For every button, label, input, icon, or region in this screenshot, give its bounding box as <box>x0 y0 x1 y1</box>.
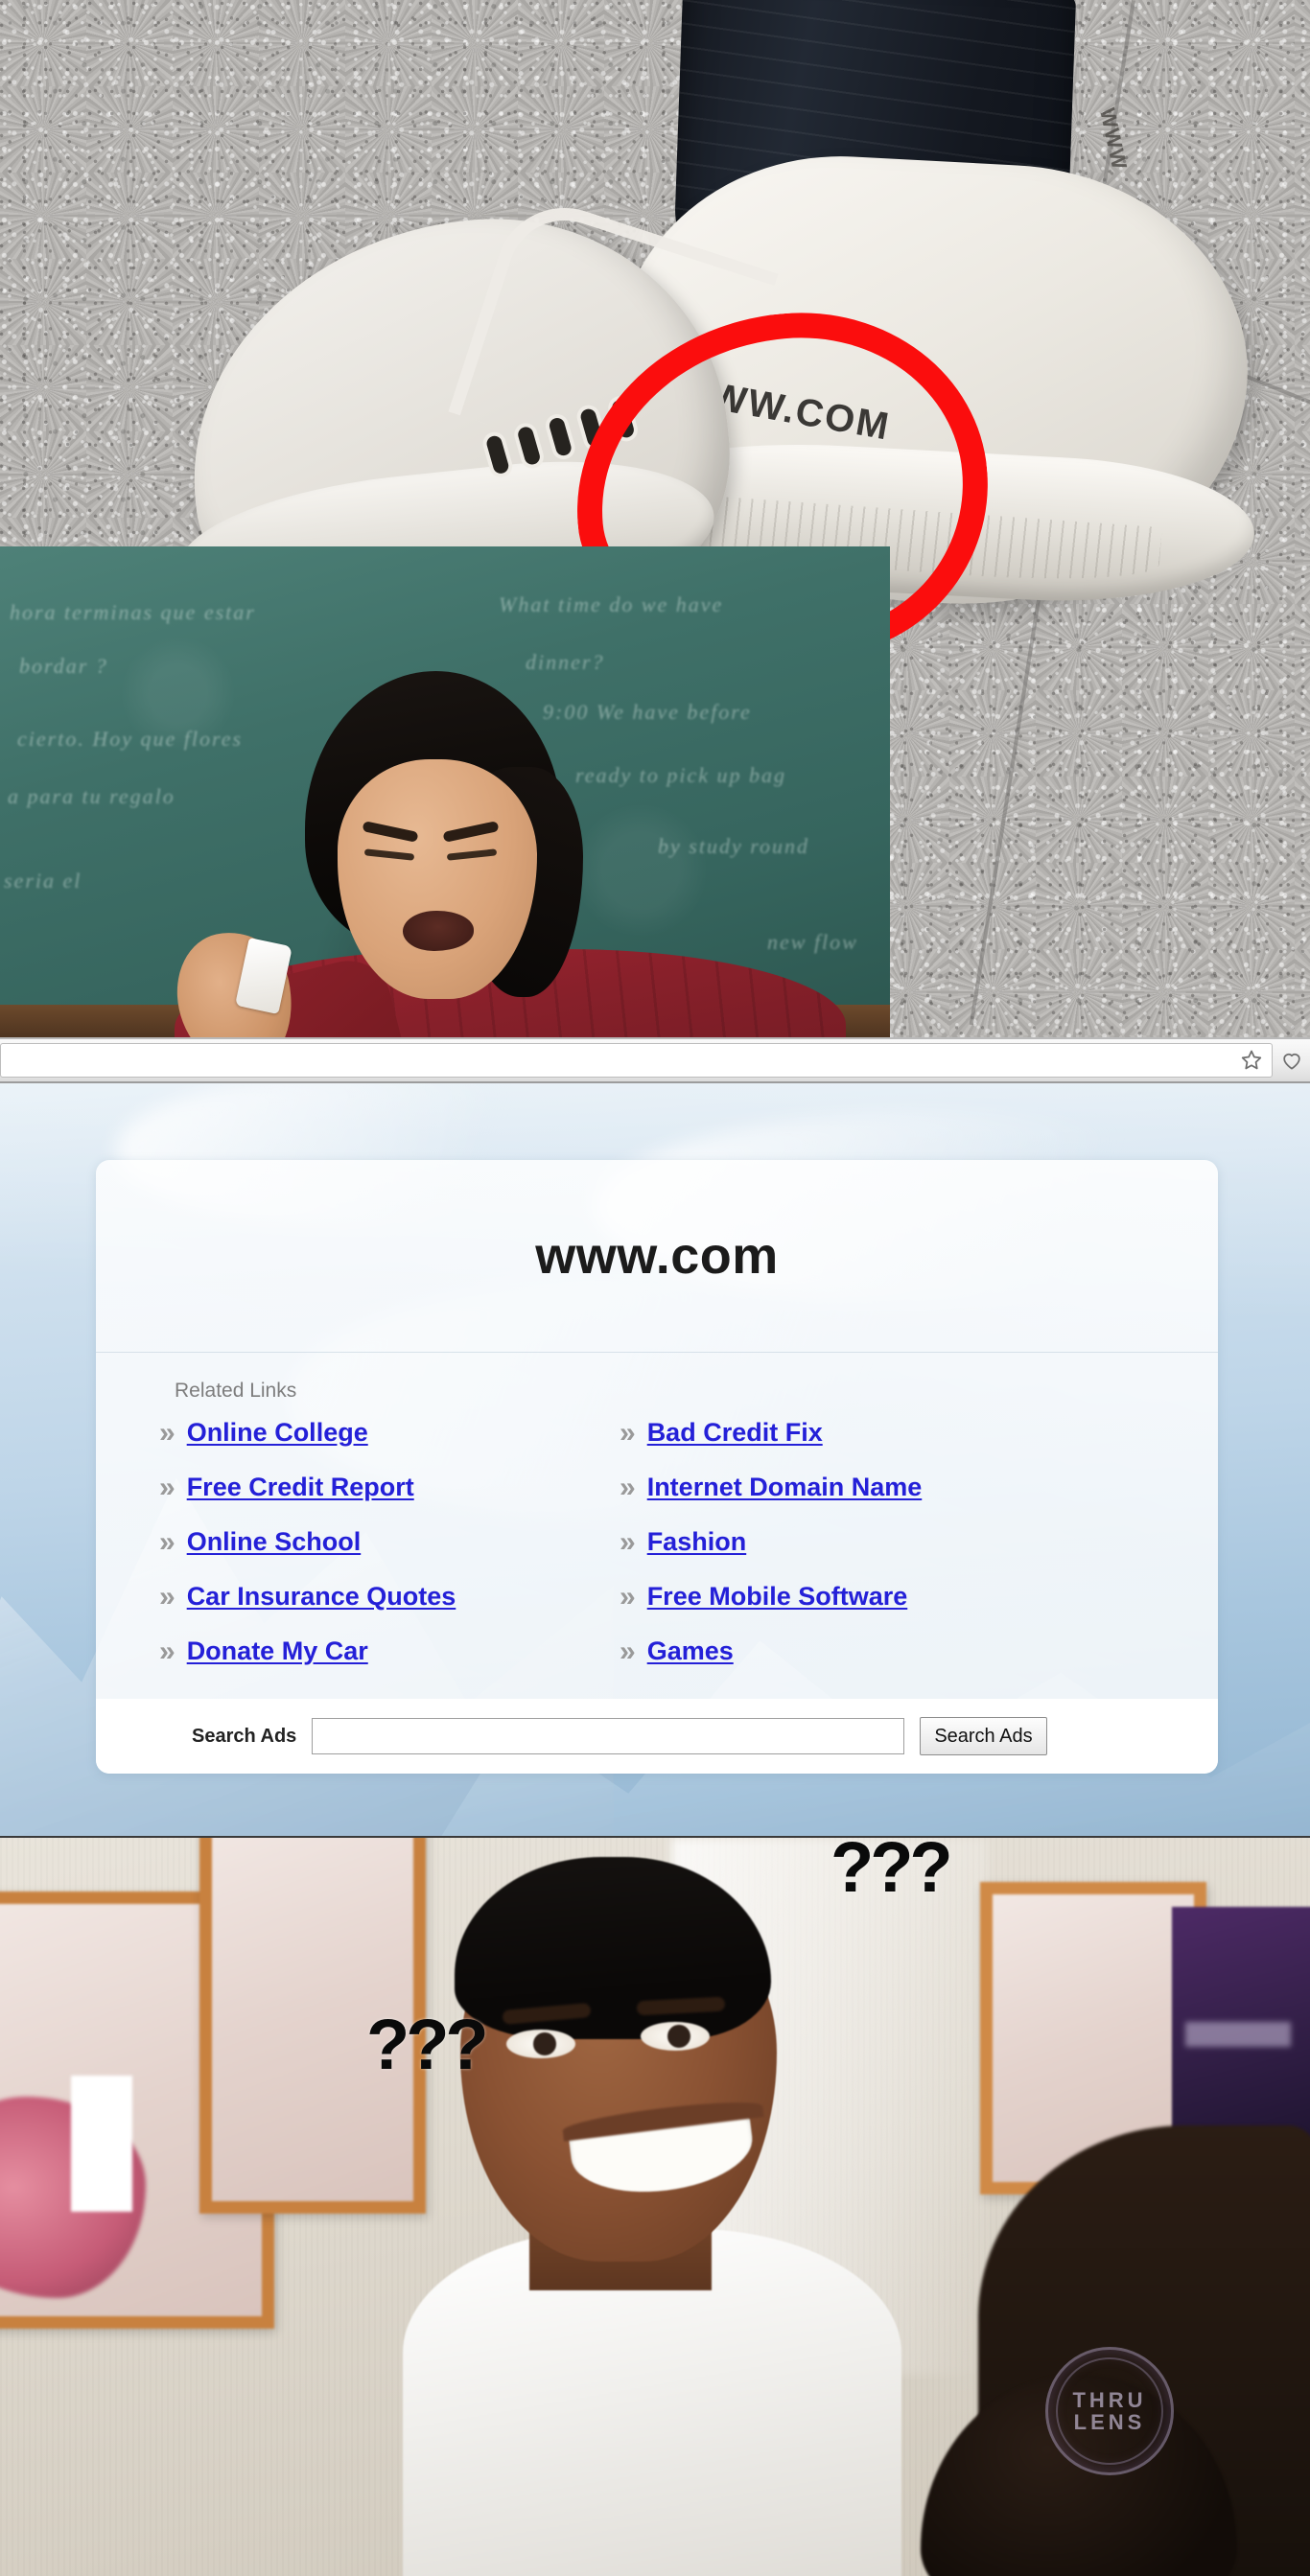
chalkboard-line: hora terminas que estar <box>10 600 256 624</box>
browser-toolbar <box>0 1037 1310 1083</box>
chevron-right-icon: » <box>159 1416 175 1449</box>
chevron-right-icon: » <box>620 1580 636 1613</box>
ad-link[interactable]: Online School <box>187 1527 362 1557</box>
chalkboard-squint-panel: hora terminas que estar What time do we … <box>0 546 890 1037</box>
chalkboard-line: new flow <box>767 930 858 954</box>
chalkboard-line: dinner? <box>526 650 605 674</box>
parked-card: www.com Related Links » Online College » B… <box>96 1160 1218 1774</box>
chalkboard-line: ready to pick up bag <box>575 763 787 787</box>
list-item[interactable]: » Online School <box>159 1527 620 1557</box>
bookmark-star-icon[interactable] <box>1239 1048 1264 1073</box>
chalkboard-line: What time do we have <box>499 592 724 616</box>
chevron-right-icon: » <box>620 1416 636 1449</box>
question-marks-right: ??? <box>830 1827 953 1907</box>
ad-link[interactable]: Free Credit Report <box>187 1473 414 1502</box>
address-bar[interactable] <box>0 1043 1273 1078</box>
ad-link[interactable]: Fashion <box>647 1527 747 1557</box>
list-item[interactable]: » Internet Domain Name <box>620 1473 1218 1502</box>
search-ads-button[interactable]: Search Ads <box>920 1717 1047 1755</box>
ad-link[interactable]: Games <box>647 1636 734 1666</box>
ad-link[interactable]: Donate My Car <box>187 1636 368 1666</box>
ad-link[interactable]: Internet Domain Name <box>647 1473 923 1502</box>
question-marks-left: ??? <box>366 2005 489 2084</box>
thru-lens-watermark: THRU LENS <box>1045 2347 1174 2475</box>
related-links-grid: » Online College » Bad Credit Fix » Free Cr… <box>159 1418 1218 1666</box>
list-item[interactable]: » Bad Credit Fix <box>620 1418 1218 1448</box>
ad-link[interactable]: Car Insurance Quotes <box>187 1582 456 1612</box>
related-links-label: Related Links <box>175 1380 297 1402</box>
chevron-right-icon: » <box>159 1471 175 1503</box>
search-ads-input[interactable] <box>312 1718 905 1754</box>
search-ads-label: Search Ads <box>192 1725 297 1747</box>
chalkboard-line: by study round <box>658 834 809 858</box>
framed-artwork-highlight <box>71 2076 132 2212</box>
chevron-right-icon: » <box>159 1635 175 1667</box>
ad-link[interactable]: Online College <box>187 1418 368 1448</box>
parked-header: www.com <box>96 1160 1218 1353</box>
list-item[interactable]: » Games <box>620 1636 1218 1666</box>
subject-pupil-left <box>533 2032 556 2055</box>
ad-link[interactable]: Free Mobile Software <box>647 1582 908 1612</box>
chalkboard-line: 9:00 We have before <box>543 700 752 724</box>
parked-domain-page: www.com Related Links » Online College » B… <box>0 1083 1310 1836</box>
chevron-right-icon: » <box>620 1525 636 1558</box>
url-input[interactable] <box>1 1043 1239 1078</box>
list-item[interactable]: » Car Insurance Quotes <box>159 1582 620 1612</box>
list-item[interactable]: » Fashion <box>620 1527 1218 1557</box>
toolbar-icon-group <box>1273 1048 1304 1073</box>
subject-pupil-right <box>667 2025 690 2048</box>
subject-face <box>338 759 537 999</box>
chevron-right-icon: » <box>159 1580 175 1613</box>
chalkboard-line: seria el <box>4 869 82 893</box>
chevron-right-icon: » <box>620 1635 636 1667</box>
chevron-right-icon: » <box>159 1525 175 1558</box>
chalkboard-line: a para tu regalo <box>8 784 175 808</box>
heart-icon[interactable] <box>1279 1048 1304 1073</box>
chalkboard-line: cierto. Hoy que flores <box>17 727 244 751</box>
chevron-right-icon: » <box>620 1471 636 1503</box>
parked-body: Related Links » Online College » Bad Credi… <box>96 1353 1218 1699</box>
list-item[interactable]: » Free Credit Report <box>159 1473 620 1502</box>
wall-poster <box>1172 1907 1310 2147</box>
list-item[interactable]: » Online College <box>159 1418 620 1448</box>
ad-link[interactable]: Bad Credit Fix <box>647 1418 823 1448</box>
search-ads-bar: Search Ads Search Ads <box>96 1699 1218 1774</box>
domain-title: www.com <box>535 1227 779 1285</box>
chalkboard-line: bordar ? <box>19 654 108 678</box>
list-item[interactable]: » Donate My Car <box>159 1636 620 1666</box>
list-item[interactable]: » Free Mobile Software <box>620 1582 1218 1612</box>
watermark-ring <box>1056 2357 1163 2465</box>
